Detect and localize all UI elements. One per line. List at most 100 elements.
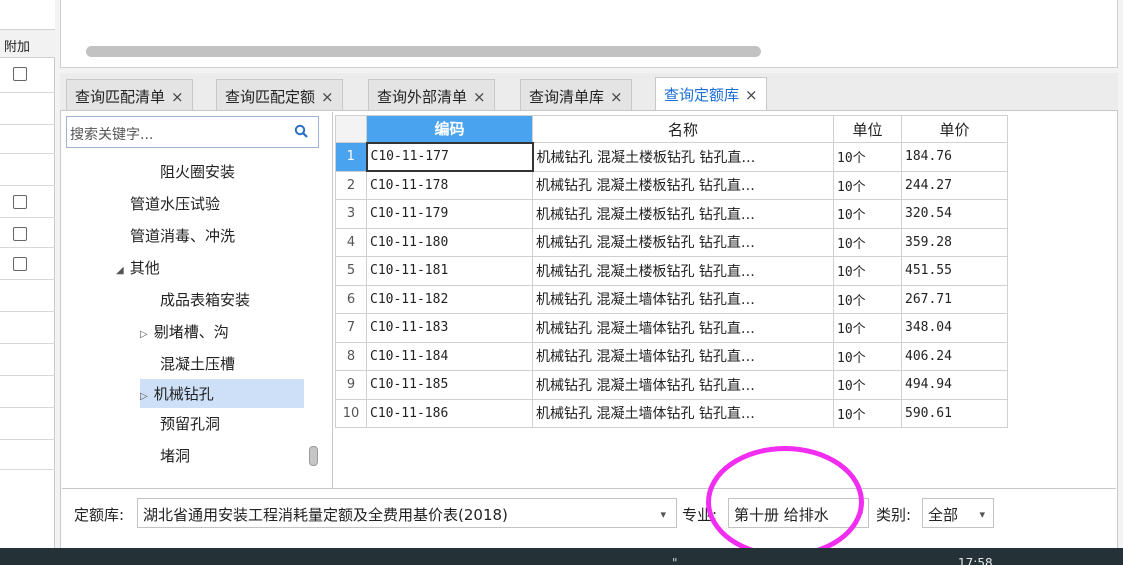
tree-item[interactable]: 阻火圈安装 <box>160 161 235 182</box>
close-icon[interactable]: × <box>171 88 184 106</box>
tree-item[interactable]: 堵洞 <box>160 445 190 466</box>
cell-code[interactable]: C10-11-177 <box>365 141 534 172</box>
cell-price[interactable]: 359.28 <box>901 227 1008 257</box>
cell-price[interactable]: 244.27 <box>901 170 1008 200</box>
tree-item[interactable]: ▷ 机械钻孔 <box>140 383 214 404</box>
table-row[interactable]: 9 C10-11-185 机械钻孔 混凝土墙体钻孔 钻孔直… 10个 494.94 <box>335 370 1008 400</box>
cell-code[interactable]: C10-11-185 <box>366 370 533 400</box>
table-row[interactable]: 7 C10-11-183 机械钻孔 混凝土墙体钻孔 钻孔直… 10个 348.04 <box>335 313 1008 343</box>
row-number[interactable]: 6 <box>335 284 367 314</box>
cell-code[interactable]: C10-11-182 <box>366 284 533 314</box>
cell-price[interactable]: 406.24 <box>901 341 1008 371</box>
table-row[interactable]: 6 C10-11-182 机械钻孔 混凝土墙体钻孔 钻孔直… 10个 267.71 <box>335 284 1008 314</box>
left-column-top <box>0 0 55 30</box>
tree-item[interactable]: 成品表箱安装 <box>160 289 250 310</box>
row-number[interactable]: 9 <box>335 370 367 400</box>
collapse-icon[interactable]: ◢ <box>116 265 124 276</box>
cell-price[interactable]: 590.61 <box>901 398 1008 428</box>
cell-code[interactable]: C10-11-186 <box>366 398 533 428</box>
cell-name[interactable]: 机械钻孔 混凝土墙体钻孔 钻孔直… <box>532 313 834 343</box>
cell-unit[interactable]: 10个 <box>833 313 902 343</box>
row-number[interactable]: 3 <box>335 199 367 229</box>
close-icon[interactable]: × <box>610 88 623 106</box>
cell-name[interactable]: 机械钻孔 混凝土楼板钻孔 钻孔直… <box>532 142 834 172</box>
tree-item[interactable]: ▷ 剔堵槽、沟 <box>140 321 229 342</box>
cell-unit[interactable]: 10个 <box>833 284 902 314</box>
library-dropdown[interactable]: 湖北省通用安装工程消耗量定额及全费用基价表(2018) ▾ <box>137 498 677 528</box>
cell-price[interactable]: 494.94 <box>901 370 1008 400</box>
cell-unit[interactable]: 10个 <box>833 370 902 400</box>
row-checkbox[interactable] <box>13 195 27 209</box>
table-row[interactable]: 1 C10-11-177 机械钻孔 混凝土楼板钻孔 钻孔直… 10个 184.76 <box>335 141 1008 172</box>
tree-item[interactable]: 管道水压试验 <box>130 193 220 214</box>
row-number[interactable]: 5 <box>335 256 367 286</box>
close-icon[interactable]: × <box>745 86 758 104</box>
col-header-unit[interactable]: 单位 <box>833 115 902 143</box>
cell-code[interactable]: C10-11-184 <box>366 341 533 371</box>
cell-name[interactable]: 机械钻孔 混凝土楼板钻孔 钻孔直… <box>532 227 834 257</box>
cell-unit[interactable]: 10个 <box>833 199 902 229</box>
cell-code[interactable]: C10-11-181 <box>366 256 533 286</box>
expand-icon[interactable]: ▷ <box>140 329 148 340</box>
expand-icon[interactable]: ▷ <box>140 391 148 402</box>
cell-price[interactable]: 184.76 <box>901 142 1008 172</box>
splitter[interactable] <box>332 112 333 488</box>
row-number[interactable]: 8 <box>335 341 367 371</box>
tree-item[interactable]: 管道消毒、冲洗 <box>130 225 235 246</box>
cell-name[interactable]: 机械钻孔 混凝土楼板钻孔 钻孔直… <box>532 170 834 200</box>
cell-name[interactable]: 机械钻孔 混凝土墙体钻孔 钻孔直… <box>532 370 834 400</box>
tree-item-label: 管道消毒、冲洗 <box>130 227 236 245</box>
row-number[interactable]: 2 <box>335 170 367 200</box>
cell-price[interactable]: 348.04 <box>901 313 1008 343</box>
table-row[interactable]: 10 C10-11-186 机械钻孔 混凝土墙体钻孔 钻孔直… 10个 590.61 <box>335 398 1008 428</box>
cell-unit[interactable]: 10个 <box>833 142 902 172</box>
tree-item[interactable]: 预留孔洞 <box>160 413 220 434</box>
tab-4[interactable]: 查询清单库 × <box>520 79 632 110</box>
cell-name[interactable]: 机械钻孔 混凝土墙体钻孔 钻孔直… <box>532 341 834 371</box>
cell-name[interactable]: 机械钻孔 混凝土楼板钻孔 钻孔直… <box>532 199 834 229</box>
left-column-row <box>0 344 55 376</box>
table-row[interactable]: 2 C10-11-178 机械钻孔 混凝土楼板钻孔 钻孔直… 10个 244.27 <box>335 170 1008 200</box>
row-number[interactable]: 7 <box>335 313 367 343</box>
table-row[interactable]: 5 C10-11-181 机械钻孔 混凝土楼板钻孔 钻孔直… 10个 451.55 <box>335 256 1008 286</box>
row-checkbox[interactable] <box>13 227 27 241</box>
cell-price[interactable]: 451.55 <box>901 256 1008 286</box>
tab-5[interactable]: 查询定额库 × <box>655 77 767 110</box>
category-dropdown[interactable]: 全部 ▾ <box>922 498 994 528</box>
cell-name[interactable]: 机械钻孔 混凝土墙体钻孔 钻孔直… <box>532 284 834 314</box>
cell-unit[interactable]: 10个 <box>833 398 902 428</box>
row-checkbox[interactable] <box>13 67 27 81</box>
col-header-name[interactable]: 名称 <box>532 115 834 143</box>
tree-item[interactable]: 混凝土压槽 <box>160 353 235 374</box>
cell-code[interactable]: C10-11-178 <box>366 170 533 200</box>
row-checkbox[interactable] <box>13 257 27 271</box>
tab-2[interactable]: 查询匹配定额 × <box>216 79 343 110</box>
cell-unit[interactable]: 10个 <box>833 256 902 286</box>
table-row[interactable]: 3 C10-11-179 机械钻孔 混凝土楼板钻孔 钻孔直… 10个 320.54 <box>335 199 1008 229</box>
tab-1[interactable]: 查询匹配清单 × <box>66 79 193 110</box>
close-icon[interactable]: × <box>473 88 486 106</box>
table-row[interactable]: 8 C10-11-184 机械钻孔 混凝土墙体钻孔 钻孔直… 10个 406.24 <box>335 341 1008 371</box>
cell-code[interactable]: C10-11-183 <box>366 313 533 343</box>
table-row[interactable]: 4 C10-11-180 机械钻孔 混凝土楼板钻孔 钻孔直… 10个 359.28 <box>335 227 1008 257</box>
row-number[interactable]: 10 <box>335 398 367 428</box>
tree-item[interactable]: ◢ 其他 <box>116 257 160 278</box>
cell-unit[interactable]: 10个 <box>833 227 902 257</box>
cell-name[interactable]: 机械钻孔 混凝土楼板钻孔 钻孔直… <box>532 256 834 286</box>
cell-code[interactable]: C10-11-180 <box>366 227 533 257</box>
cell-name[interactable]: 机械钻孔 混凝土墙体钻孔 钻孔直… <box>532 398 834 428</box>
col-header-code[interactable]: 编码 <box>366 115 533 143</box>
row-number[interactable]: 4 <box>335 227 367 257</box>
cell-unit[interactable]: 10个 <box>833 341 902 371</box>
cell-price[interactable]: 267.71 <box>901 284 1008 314</box>
cell-code[interactable]: C10-11-179 <box>366 199 533 229</box>
tab-3[interactable]: 查询外部清单 × <box>368 79 495 110</box>
cell-unit[interactable]: 10个 <box>833 170 902 200</box>
cell-price[interactable]: 320.54 <box>901 199 1008 229</box>
close-icon[interactable]: × <box>321 88 334 106</box>
row-number[interactable]: 1 <box>335 142 367 172</box>
horizontal-scrollbar[interactable] <box>86 46 761 57</box>
tree-scrollbar[interactable] <box>309 446 318 466</box>
col-header-price[interactable]: 单价 <box>901 115 1008 143</box>
search-icon[interactable] <box>293 123 311 141</box>
